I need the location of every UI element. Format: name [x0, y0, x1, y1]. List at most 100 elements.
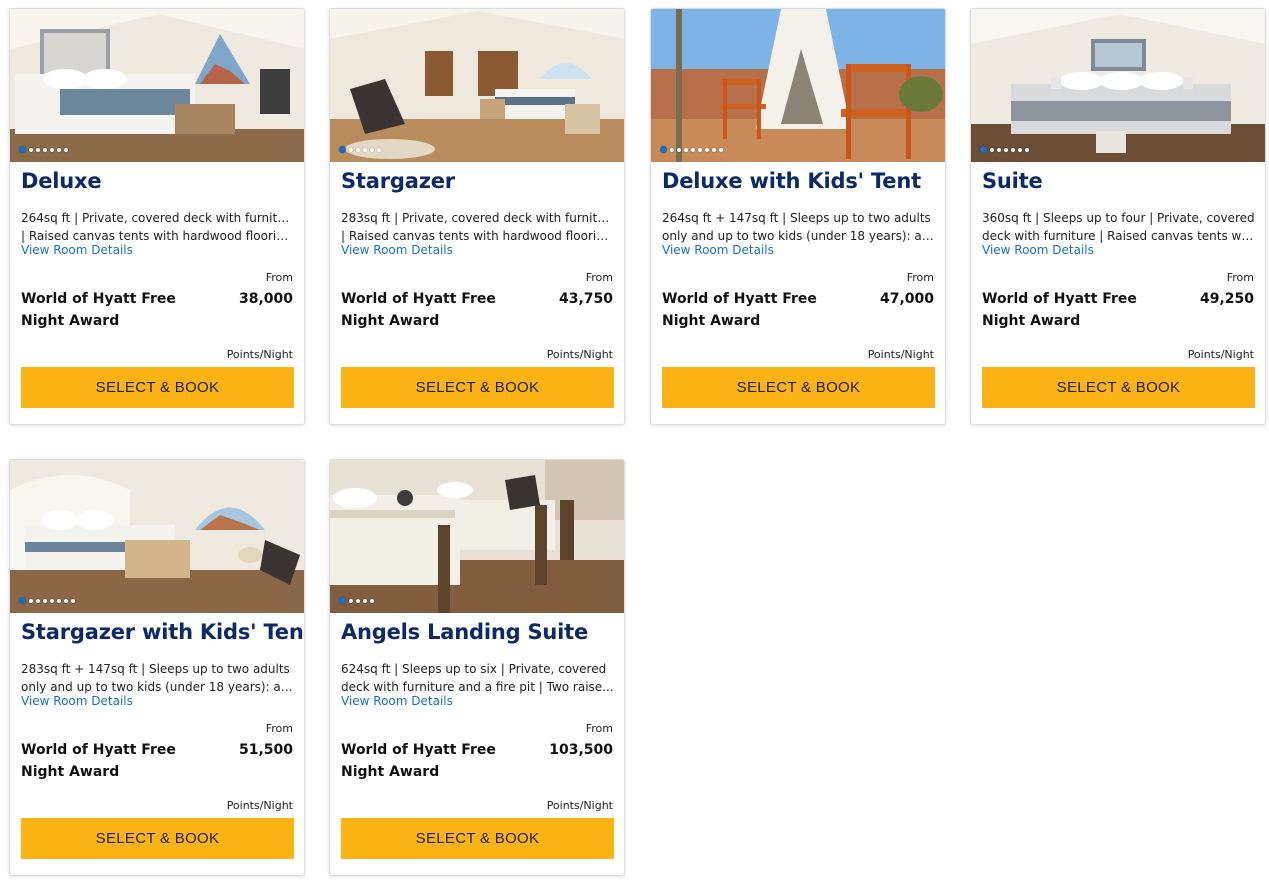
carousel-dot[interactable] [719, 147, 723, 152]
carousel-dot[interactable] [980, 146, 987, 153]
carousel-dot[interactable] [363, 147, 367, 152]
view-room-details-link[interactable]: View Room Details [21, 243, 133, 257]
select-and-book-button[interactable]: SELECT & BOOK [341, 367, 614, 408]
photo-carousel-dots [339, 597, 374, 604]
carousel-dot[interactable] [43, 598, 47, 603]
room-name: Deluxe with Kids' Tent [662, 169, 921, 193]
select-and-book-button[interactable]: SELECT & BOOK [662, 367, 935, 408]
award-line: Night Award [341, 313, 440, 329]
points-price: 49,250 [1199, 291, 1254, 307]
room-description-line: 264sq ft | Private, covered deck with fu… [21, 211, 295, 225]
points-per-night-label: Points/Night [546, 799, 613, 812]
room-description: 624sq ft | Sleeps up to six | Private, c… [341, 660, 615, 696]
carousel-dot[interactable] [677, 147, 681, 152]
carousel-dot[interactable] [64, 147, 68, 152]
carousel-dot[interactable] [1025, 147, 1029, 152]
view-room-details-link[interactable]: View Room Details [662, 243, 774, 257]
carousel-dot[interactable] [1004, 147, 1008, 152]
carousel-dot[interactable] [36, 598, 40, 603]
points-per-night-label: Points/Night [867, 348, 934, 361]
room-description: 264sq ft + 147sq ft | Sleeps up to two a… [662, 209, 936, 245]
photo-carousel-dots [660, 146, 723, 153]
carousel-dot[interactable] [349, 598, 353, 603]
carousel-dot[interactable] [36, 147, 40, 152]
photo-carousel-dots [19, 146, 68, 153]
from-label: From [906, 271, 934, 284]
view-room-details-link[interactable]: View Room Details [21, 694, 133, 708]
award-line: World of Hyatt Free [982, 291, 1137, 307]
carousel-dot[interactable] [370, 147, 374, 152]
select-and-book-button[interactable]: SELECT & BOOK [21, 818, 294, 859]
carousel-dot[interactable] [698, 147, 702, 152]
carousel-dot[interactable] [356, 598, 360, 603]
carousel-dot[interactable] [356, 147, 360, 152]
carousel-dot[interactable] [71, 598, 75, 603]
points-per-night-label: Points/Night [1187, 348, 1254, 361]
view-room-details-link[interactable]: View Room Details [341, 243, 453, 257]
room-card-3: Deluxe with Kids' Tent 264sq ft + 147sq … [650, 8, 946, 425]
carousel-dot[interactable] [670, 147, 674, 152]
carousel-dot[interactable] [997, 147, 1001, 152]
carousel-dot[interactable] [64, 598, 68, 603]
carousel-dot[interactable] [363, 598, 367, 603]
carousel-dot[interactable] [1018, 147, 1022, 152]
room-description: 360sq ft | Sleeps up to four | Private, … [982, 209, 1256, 245]
carousel-dot[interactable] [660, 146, 667, 153]
carousel-dot[interactable] [339, 146, 346, 153]
carousel-dot[interactable] [684, 147, 688, 152]
room-card-5: Stargazer with Kids' Tent 283sq ft + 147… [9, 459, 305, 876]
select-and-book-button[interactable]: SELECT & BOOK [341, 818, 614, 859]
carousel-dot[interactable] [50, 147, 54, 152]
room-description-line: 264sq ft + 147sq ft | Sleeps up to two a… [662, 211, 931, 225]
photo-carousel-dots [339, 146, 381, 153]
points-price: 38,000 [238, 291, 293, 307]
carousel-dot[interactable] [349, 147, 353, 152]
carousel-dot[interactable] [705, 147, 709, 152]
carousel-dot[interactable] [43, 147, 47, 152]
room-description-line: 283sq ft | Private, covered deck with fu… [341, 211, 615, 225]
carousel-dot[interactable] [370, 598, 374, 603]
select-and-book-button[interactable]: SELECT & BOOK [21, 367, 294, 408]
carousel-dot[interactable] [19, 597, 26, 604]
from-label: From [1226, 271, 1254, 284]
points-price: 47,000 [879, 291, 934, 307]
carousel-dot[interactable] [29, 598, 33, 603]
award-type: World of Hyatt Free Night Award [341, 739, 501, 783]
award-line: World of Hyatt Free [341, 742, 496, 758]
points-per-night-label: Points/Night [226, 799, 293, 812]
room-photo[interactable] [10, 460, 304, 613]
room-photo[interactable] [10, 9, 304, 162]
view-room-details-link[interactable]: View Room Details [341, 694, 453, 708]
award-line: Night Award [662, 313, 761, 329]
room-card-2: Stargazer 283sq ft | Private, covered de… [329, 8, 625, 425]
award-line: World of Hyatt Free [21, 291, 176, 307]
carousel-dot[interactable] [712, 147, 716, 152]
photo-carousel-dots [19, 597, 75, 604]
room-photo[interactable] [971, 9, 1265, 162]
room-card-1: Deluxe 264sq ft | Private, covered deck … [9, 8, 305, 425]
from-label: From [585, 722, 613, 735]
room-results-grid: Deluxe 264sq ft | Private, covered deck … [0, 0, 1269, 882]
award-line: World of Hyatt Free [662, 291, 817, 307]
carousel-dot[interactable] [57, 147, 61, 152]
room-description-line: 624sq ft | Sleeps up to six | Private, c… [341, 662, 607, 676]
points-per-night-label: Points/Night [546, 348, 613, 361]
carousel-dot[interactable] [1011, 147, 1015, 152]
carousel-dot[interactable] [50, 598, 54, 603]
carousel-dot[interactable] [691, 147, 695, 152]
carousel-dot[interactable] [339, 597, 346, 604]
room-photo[interactable] [330, 460, 624, 613]
carousel-dot[interactable] [57, 598, 61, 603]
award-type: World of Hyatt Free Night Award [21, 288, 181, 332]
room-photo[interactable] [330, 9, 624, 162]
award-line: Night Award [341, 764, 440, 780]
room-photo[interactable] [651, 9, 945, 162]
select-and-book-button[interactable]: SELECT & BOOK [982, 367, 1255, 408]
carousel-dot[interactable] [990, 147, 994, 152]
room-description: 283sq ft | Private, covered deck with fu… [341, 209, 615, 245]
award-type: World of Hyatt Free Night Award [341, 288, 501, 332]
view-room-details-link[interactable]: View Room Details [982, 243, 1094, 257]
carousel-dot[interactable] [29, 147, 33, 152]
carousel-dot[interactable] [19, 146, 26, 153]
carousel-dot[interactable] [377, 147, 381, 152]
